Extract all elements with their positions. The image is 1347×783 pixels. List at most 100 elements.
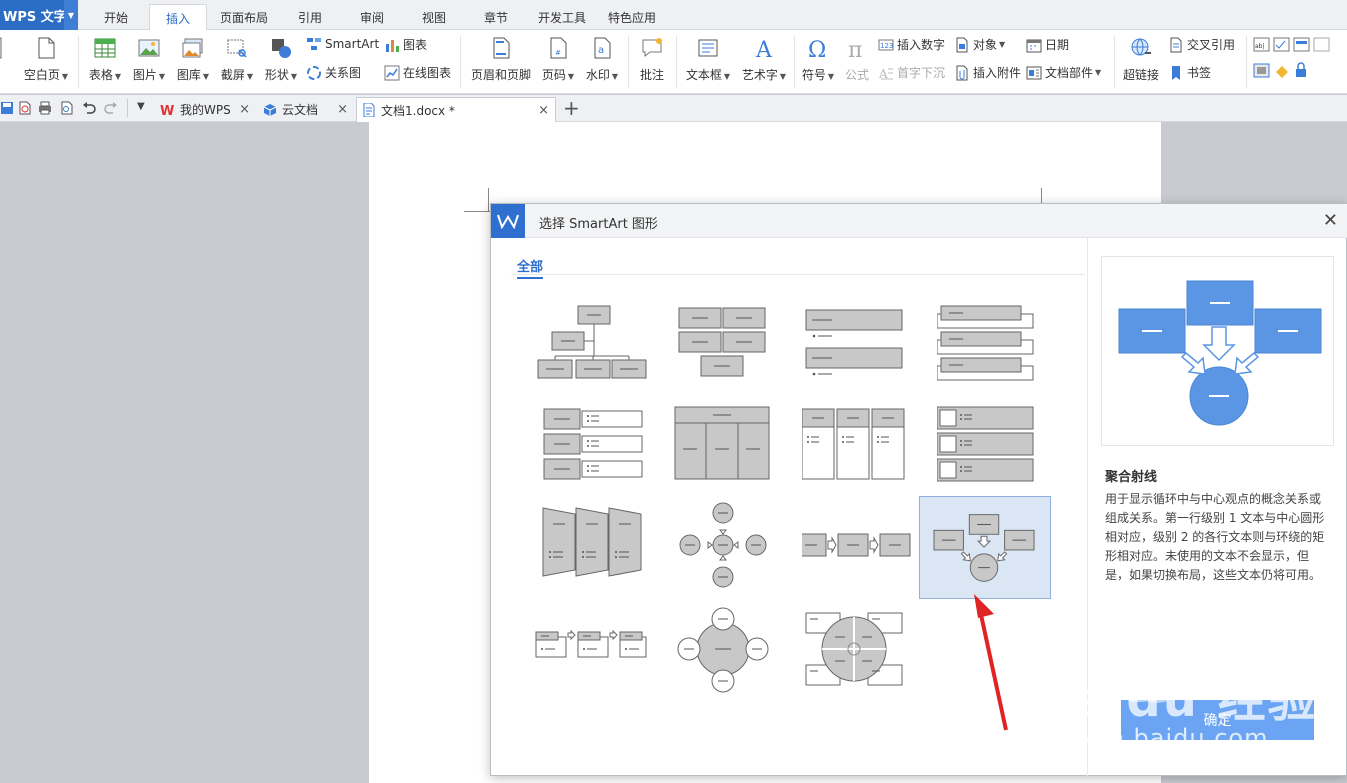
picture-icon [138, 39, 160, 57]
layout-horizontal-bullet-list[interactable] [528, 399, 660, 502]
ribbon-divider [1246, 36, 1247, 88]
layout-vertical-list-bullets[interactable] [802, 296, 934, 399]
new-tab-plus-icon[interactable]: + [563, 96, 580, 120]
tab-view[interactable]: 视图 [408, 4, 460, 30]
doc-tab-cloud[interactable]: 云文档 × [258, 97, 354, 122]
undo-icon[interactable] [82, 101, 96, 115]
page-number-button[interactable]: # 页码 ▼ [538, 30, 578, 83]
chevron-down-icon[interactable]: ▼ [64, 0, 78, 30]
cross-ref-button[interactable]: 交叉引用 [1168, 36, 1235, 53]
blank-page-button[interactable]: 空白页 ▼ [20, 30, 72, 83]
object-button[interactable]: 对象 ▼ [954, 36, 1005, 53]
wps-logo-icon [491, 204, 525, 238]
chevron-down-icon[interactable]: ▼ [137, 101, 145, 112]
object-icon [956, 37, 968, 52]
shape-button[interactable]: 形状 ▼ [260, 30, 302, 83]
close-icon[interactable]: × [538, 103, 549, 118]
baidu-watermark-url: jingyan.baidu.com [1030, 724, 1269, 752]
tab-review[interactable]: 审阅 [346, 4, 398, 30]
cover-page-button[interactable] [0, 30, 10, 66]
doc-tab-mywps[interactable]: W 我的WPS × [156, 97, 256, 122]
cross-ref-label: 交叉引用 [1187, 38, 1236, 52]
drop-cap-label: 首字下沉 [897, 66, 946, 80]
symbol-button[interactable]: Ω 符号 ▼ [798, 30, 838, 83]
online-chart-button[interactable]: 在线图表 [384, 64, 451, 81]
gallery-label: 图库 [176, 68, 201, 82]
comment-button[interactable]: 批注 [634, 30, 670, 83]
save-icon[interactable] [0, 101, 14, 115]
print-icon[interactable] [38, 101, 52, 115]
layout-table-hierarchy[interactable] [665, 399, 797, 502]
form-controls-group[interactable]: ab| [1252, 36, 1332, 84]
close-icon[interactable]: × [239, 102, 250, 117]
svg-text:π: π [848, 38, 862, 60]
doc-tab-document1[interactable]: 文档1.docx * × [356, 97, 556, 122]
screenshot-button[interactable]: 截屏 ▼ [216, 30, 258, 83]
close-icon[interactable]: ✕ [1323, 210, 1338, 231]
bookmark-button[interactable]: 书签 [1168, 64, 1211, 81]
tab-insert[interactable]: 插入 [149, 4, 207, 31]
textbox-icon [698, 39, 718, 57]
wordart-icon: A [755, 38, 773, 60]
tab-chapter[interactable]: 章节 [470, 4, 522, 30]
print-preview-icon[interactable] [60, 101, 74, 115]
layout-radial-cycle[interactable] [665, 599, 797, 702]
layout-hierarchy-org-chart[interactable] [528, 296, 660, 399]
drop-cap-button[interactable]: A 首字下沉 [878, 64, 945, 81]
textbox-button[interactable]: 文本框 ▼ [682, 30, 734, 83]
hyperlink-button[interactable]: 超链接 [1118, 30, 1164, 83]
date-button[interactable]: 日期 [1026, 36, 1069, 53]
category-tab-all[interactable]: 全部 [517, 256, 544, 279]
tab-references[interactable]: 引用 [284, 4, 336, 30]
blank-page-icon [38, 37, 55, 59]
export-pdf-icon[interactable] [18, 101, 32, 115]
bookmark-icon [1172, 65, 1180, 80]
number-icon: 123 [878, 39, 894, 50]
pi-icon: π [848, 38, 862, 60]
chart-button[interactable]: 图表 [384, 36, 427, 53]
layout-grid-blocks[interactable] [665, 296, 797, 399]
quick-access-bar: ▼ W 我的WPS × 云文档 × 文档1.docx * × + [0, 95, 1347, 122]
layout-stacked-list[interactable] [936, 296, 1069, 399]
layout-basic-process[interactable] [795, 496, 934, 599]
attachment-button[interactable]: 插入附件 [954, 64, 1021, 81]
layout-diverging-radial[interactable] [665, 496, 797, 599]
layout-trapezoid-list[interactable] [528, 496, 660, 599]
relation-chart-button[interactable]: 关系图 [306, 64, 361, 81]
crop-mark [488, 188, 489, 212]
smartart-button[interactable]: SmartArt [306, 36, 379, 52]
layout-cycle-matrix[interactable] [802, 599, 934, 702]
layout-vertical-box-columns[interactable] [801, 399, 934, 502]
svg-text:W: W [160, 104, 174, 117]
gallery-button[interactable]: 图库 ▼ [172, 30, 214, 83]
dialog-title: 选择 SmartArt 图形 [539, 217, 658, 232]
redo-icon[interactable] [104, 101, 118, 115]
wordart-button[interactable]: A 艺术字 ▼ [738, 30, 790, 83]
doc-tab-label: 我的WPS [180, 103, 231, 117]
ribbon-divider [1114, 36, 1115, 88]
tab-developer[interactable]: 开发工具 [530, 4, 594, 30]
close-icon[interactable]: × [337, 102, 348, 117]
watermark-button[interactable]: a 水印 ▼ [582, 30, 622, 83]
formula-button[interactable]: π 公式 [840, 30, 874, 83]
ribbon-insert-panel: 空白页 ▼ 表格 ▼ 图片 ▼ 图库 ▼ 截屏 ▼ 形状 ▼ SmartArt 图表 关系图… [0, 30, 1347, 94]
layout-picture-list[interactable] [936, 399, 1069, 502]
textbox-label: 文本框 [685, 68, 722, 82]
insert-number-button[interactable]: 123 插入数字 [878, 36, 945, 53]
cover-page-icon [0, 37, 2, 59]
picture-button[interactable]: 图片 ▼ [128, 30, 170, 83]
layout-converging-radial[interactable] [919, 496, 1051, 599]
table-button[interactable]: 表格 ▼ [84, 30, 126, 83]
tab-page-layout[interactable]: 页面布局 [212, 4, 276, 30]
tab-home[interactable]: 开始 [90, 4, 142, 30]
tab-special[interactable]: 特色应用 [600, 4, 664, 30]
doc-parts-button[interactable]: 文档部件 ▼ [1026, 64, 1101, 81]
app-menu-button[interactable]: WPS 文字 ▼ [0, 0, 78, 30]
attachment-icon [956, 65, 968, 80]
screenshot-label: 截屏 [220, 68, 245, 82]
header-footer-button[interactable]: 页眉和页脚 [468, 30, 534, 83]
drop-cap-icon: A [878, 67, 893, 81]
layout-process-list[interactable] [528, 599, 660, 702]
hyperlink-label: 超链接 [1122, 68, 1159, 82]
picture-label: 图片 [132, 68, 157, 82]
